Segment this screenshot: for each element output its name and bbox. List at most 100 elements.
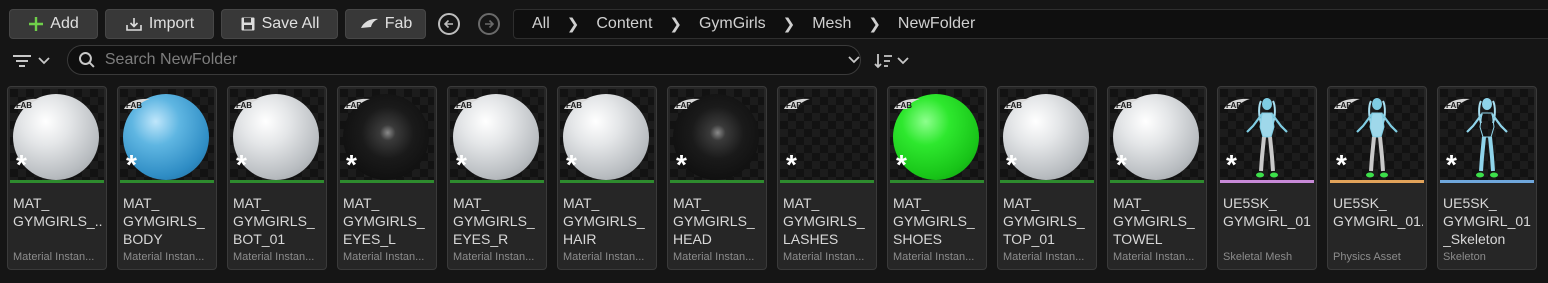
fab-badge-icon: FAB (1114, 98, 1140, 110)
filter-dropdown[interactable] (12, 52, 54, 70)
unsaved-asterisk-icon: * (1116, 149, 1127, 180)
asset-type: Material Instan... (123, 251, 205, 263)
asset-type: Material Instan... (563, 251, 645, 263)
asset-tile[interactable]: FAB * MAT_ GYMGIRLS_ BOT_01 Material Instan… (227, 86, 327, 270)
fab-badge-icon: FAB (1004, 98, 1030, 110)
breadcrumb-item-newfolder[interactable]: NewFolder (898, 15, 975, 33)
fab-icon (360, 18, 378, 28)
unsaved-asterisk-icon: * (346, 149, 357, 180)
asset-name: MAT_ GYMGIRLS_... (13, 195, 103, 229)
save-all-button[interactable]: Save All (221, 9, 338, 39)
asset-name: MAT_ GYMGIRLS_ BOT_01 (233, 195, 315, 247)
sort-dropdown[interactable] (873, 52, 915, 70)
unsaved-asterisk-icon: * (1006, 149, 1017, 180)
fab-badge-icon: FAB (564, 98, 590, 110)
svg-text:FAB: FAB (1226, 101, 1242, 110)
chevron-down-icon[interactable] (848, 56, 860, 64)
asset-type-color-bar (1000, 180, 1094, 183)
asset-thumbnail: FAB * (1220, 89, 1314, 180)
add-button[interactable]: Add (9, 9, 98, 39)
asset-tile[interactable]: FAB * MAT_ GYMGIRLS_ EYES_R Material Instan… (447, 86, 547, 270)
asset-name: UE5SK_ GYMGIRL_01... (1333, 195, 1423, 229)
asset-tile[interactable]: FAB * MAT_ GYMGIRLS_... Material Instan... (7, 86, 107, 270)
asset-type-color-bar (1110, 180, 1204, 183)
chevron-right-icon[interactable]: ❯ (783, 15, 796, 33)
asset-tile[interactable]: FAB * UE5SK_ GYMGIRL_01 Skeletal Mesh (1217, 86, 1317, 270)
svg-text:FAB: FAB (346, 101, 362, 110)
asset-type: Material Instan... (453, 251, 535, 263)
unsaved-asterisk-icon: * (676, 149, 687, 180)
svg-text:FAB: FAB (896, 101, 912, 110)
save-all-button-label: Save All (261, 15, 320, 32)
svg-text:FAB: FAB (566, 101, 582, 110)
unsaved-asterisk-icon: * (236, 149, 247, 180)
breadcrumb-item-content[interactable]: Content (596, 15, 652, 33)
svg-text:FAB: FAB (1116, 101, 1132, 110)
svg-text:FAB: FAB (1336, 101, 1352, 110)
asset-type-color-bar (1220, 180, 1314, 183)
fab-badge-icon: FAB (894, 98, 920, 110)
asset-name: MAT_ GYMGIRLS_ TOWEL (1113, 195, 1195, 247)
asset-type: Material Instan... (343, 251, 425, 263)
forward-button[interactable] (478, 13, 500, 35)
asset-type-color-bar (230, 180, 324, 183)
unsaved-asterisk-icon: * (16, 149, 27, 180)
asset-type: Skeletal Mesh (1223, 251, 1293, 263)
chevron-down-icon (897, 57, 909, 65)
asset-thumbnail: FAB * (120, 89, 214, 180)
asset-thumbnail: FAB * (1440, 89, 1534, 180)
asset-thumbnail: FAB * (230, 89, 324, 180)
fab-button[interactable]: Fab (345, 9, 426, 39)
save-icon (241, 17, 255, 31)
fab-badge-icon: FAB (14, 98, 40, 110)
asset-type: Material Instan... (1113, 251, 1195, 263)
back-arrow-icon (443, 19, 453, 29)
breadcrumb-item-gymgirls[interactable]: GymGirls (699, 15, 766, 33)
fab-badge-icon: FAB (234, 98, 260, 110)
asset-type-color-bar (450, 180, 544, 183)
back-button[interactable] (438, 13, 460, 35)
asset-thumbnail: FAB * (10, 89, 104, 180)
asset-thumbnail: FAB * (1000, 89, 1094, 180)
asset-tile[interactable]: FAB * UE5SK_ GYMGIRL_01... Physics Asset (1327, 86, 1427, 270)
asset-tile[interactable]: FAB * UE5SK_ GYMGIRL_01 _Skeleton Skeleton (1437, 86, 1537, 270)
asset-thumbnail: FAB * (1110, 89, 1204, 180)
asset-tile[interactable]: FAB * MAT_ GYMGIRLS_ LASHES Material Instan… (777, 86, 877, 270)
breadcrumb-item-mesh[interactable]: Mesh (812, 15, 851, 33)
chevron-right-icon[interactable]: ❯ (669, 15, 682, 33)
asset-tile[interactable]: FAB * MAT_ GYMGIRLS_ HAIR Material Instan..… (557, 86, 657, 270)
asset-name: MAT_ GYMGIRLS_ HEAD (673, 195, 755, 247)
unsaved-asterisk-icon: * (566, 149, 577, 180)
asset-name: MAT_ GYMGIRLS_ EYES_R (453, 195, 535, 247)
fab-badge-icon: FAB (1334, 98, 1360, 110)
asset-tile[interactable]: FAB * MAT_ GYMGIRLS_ BODY Material Instan..… (117, 86, 217, 270)
chevron-right-icon[interactable]: ❯ (567, 15, 580, 33)
asset-name: UE5SK_ GYMGIRL_01 (1223, 195, 1311, 229)
asset-name: UE5SK_ GYMGIRL_01 _Skeleton (1443, 195, 1531, 247)
asset-thumbnail: FAB * (670, 89, 764, 180)
svg-text:FAB: FAB (1006, 101, 1022, 110)
unsaved-asterisk-icon: * (786, 149, 797, 180)
fab-badge-icon: FAB (454, 98, 480, 110)
chevron-right-icon[interactable]: ❯ (868, 15, 881, 33)
search-input[interactable] (104, 51, 821, 69)
asset-tile[interactable]: FAB * MAT_ GYMGIRLS_ HEAD Material Instan..… (667, 86, 767, 270)
toolbar: Add Import Save All Fab All ❯ Content ❯ … (0, 0, 1548, 46)
asset-name: MAT_ GYMGIRLS_ TOP_01 (1003, 195, 1085, 247)
asset-type-color-bar (1440, 180, 1534, 183)
breadcrumb-item-all[interactable]: All (532, 15, 550, 33)
asset-tile[interactable]: FAB * MAT_ GYMGIRLS_ TOP_01 Material Instan… (997, 86, 1097, 270)
asset-type: Material Instan... (673, 251, 755, 263)
import-button[interactable]: Import (105, 9, 214, 39)
asset-type-color-bar (560, 180, 654, 183)
asset-thumbnail: FAB * (560, 89, 654, 180)
asset-tile[interactable]: FAB * MAT_ GYMGIRLS_ EYES_L Material Instan… (337, 86, 437, 270)
asset-type-color-bar (890, 180, 984, 183)
asset-tile[interactable]: FAB * MAT_ GYMGIRLS_ TOWEL Material Instan.… (1107, 86, 1207, 270)
asset-type-color-bar (780, 180, 874, 183)
filter-icon (13, 55, 31, 67)
svg-text:FAB: FAB (1446, 101, 1462, 110)
search-box[interactable] (67, 45, 861, 75)
asset-tile[interactable]: FAB * MAT_ GYMGIRLS_ SHOES Material Instan.… (887, 86, 987, 270)
unsaved-asterisk-icon: * (1226, 149, 1237, 180)
